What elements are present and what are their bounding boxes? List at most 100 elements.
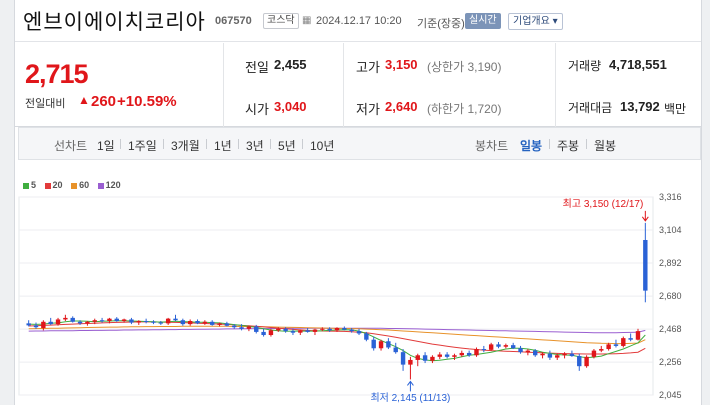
period-daily[interactable]: 일봉 [520,137,542,154]
candle-body [320,328,325,330]
candle-body [533,350,538,356]
candle [180,318,186,326]
candle-body [408,359,413,365]
period-3m[interactable]: 3개월 [171,137,200,154]
candle [599,345,604,353]
candle [437,352,442,360]
period-weekly[interactable]: 주봉 [557,137,579,154]
candle [63,314,68,322]
period-monthly[interactable]: 월봉 [594,137,616,154]
moving-averages [28,320,646,362]
candle-body [151,321,156,323]
candle-body [195,321,200,324]
chart-grid [18,196,654,396]
candle [547,350,553,360]
change-label: 전일대비 [25,98,66,110]
candle-body [444,354,450,357]
candle [312,328,318,336]
high-value: 3,150 [385,57,418,72]
candle-body [371,339,376,349]
realtime-button[interactable]: 실시간 [465,13,501,29]
candle-chart-label[interactable]: 봉차트 [475,137,508,154]
candle-body [555,355,560,358]
calendar-icon: ▦ [302,15,312,26]
candle [224,321,230,327]
y-tick-label: 2,892 [659,258,682,268]
y-tick-label: 3,104 [659,225,682,235]
candle-body [415,355,420,360]
candle [459,350,465,357]
divider [302,139,303,149]
candle-body [143,321,149,323]
candle [408,356,413,380]
candle-body [187,321,193,325]
open-value: 3,040 [274,99,307,114]
period-5y[interactable]: 5년 [278,137,296,154]
candles [26,222,648,380]
lower-limit: (하한가 1,720) [427,102,502,116]
candle-body [298,330,303,333]
period-3y[interactable]: 3년 [246,137,264,154]
candle-body [136,321,141,323]
candle-body [621,338,626,346]
candle-body [85,321,90,324]
candle [518,345,523,354]
candle [415,353,420,367]
y-tick-label: 2,045 [659,390,682,400]
annotations: 최고 3,150 (12/17) 최저 2,145 (11/13) [370,198,649,404]
divider [163,139,164,149]
max-arrow-icon [641,210,649,222]
candle-body [254,326,259,332]
y-axis: 3,316 3,104 2,892 2,680 2,468 2,256 2,045 [659,192,682,400]
candle-body [430,356,435,361]
candle-body [518,348,523,353]
period-10y[interactable]: 10년 [310,137,334,154]
candle-body [481,349,487,351]
candle [246,325,252,332]
period-1d[interactable]: 1일 [97,137,115,154]
candle-body [55,319,61,325]
candle-body [386,341,391,348]
candle-body [334,328,340,331]
candle-body [290,331,296,333]
candle [635,328,641,341]
divider [206,139,207,149]
stock-code: 067570 [215,15,252,27]
corp-info-dropdown[interactable]: 기업개요 ▾ [508,13,563,30]
candle [371,336,376,351]
period-1y[interactable]: 1년 [214,137,232,154]
candle-body [114,318,119,322]
line-chart-label[interactable]: 선차트 [54,137,87,154]
candle-body [33,325,39,328]
price-change: 260 [91,93,117,110]
candle-body [70,317,75,322]
candle-body [562,353,567,356]
candle [606,342,611,351]
candle-body [628,338,633,340]
candle-body [342,328,347,330]
candle [298,329,303,336]
stock-name: 엔브이에이치코리아 [23,10,206,34]
candle [143,318,149,324]
candle-body [129,319,134,323]
candle [356,328,362,336]
candle-body [591,350,597,357]
candle-body [173,318,178,321]
max-annotation: 최고 3,150 (12/17) [563,198,644,210]
candle-body [63,317,68,320]
candle [422,352,428,364]
candle-body [121,319,127,322]
candle-body [525,350,531,353]
chart-period-bar: 선차트 1일 1주일 3개월 1년 3년 5년 10년 봉차트 일봉 주봉 월봉 [18,127,701,160]
candle [400,349,406,371]
divider [343,43,344,127]
candle [577,353,582,371]
candle-body [503,345,509,347]
candle-body [466,352,472,356]
period-1w[interactable]: 1주일 [128,137,157,154]
candle-body [606,344,611,350]
high-label: 고가 [356,60,380,75]
candle [481,345,487,353]
candle [393,342,398,354]
candle-body [569,353,575,357]
